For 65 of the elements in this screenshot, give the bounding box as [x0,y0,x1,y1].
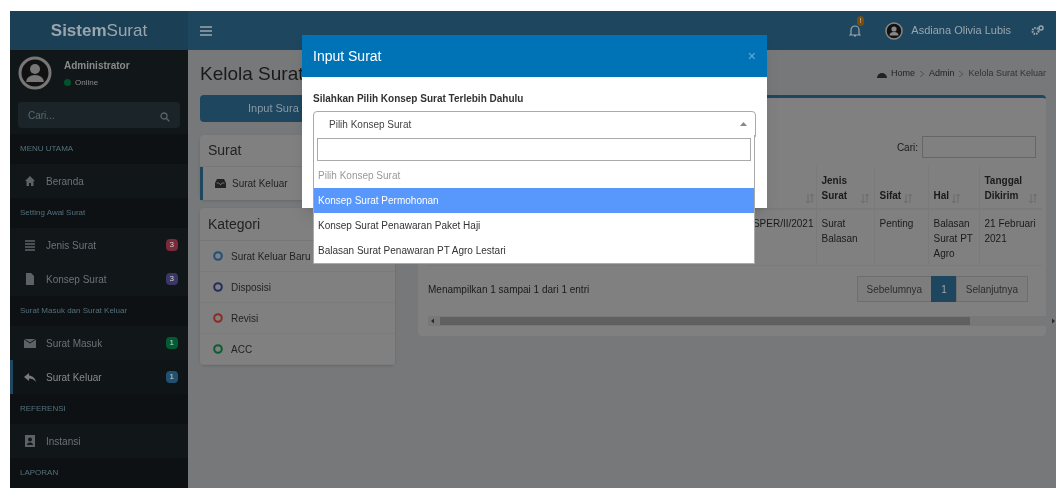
sidebar-item[interactable]: Instansi [10,424,188,458]
table-info: Menampilkan 1 sampai 1 dari 1 entri [428,282,590,297]
column-header[interactable]: Sifat [879,188,902,203]
home-icon [24,175,36,187]
breadcrumb-current: Kelola Surat Keluar [968,67,1046,81]
sidebar-item[interactable]: Surat Masuk 1 [10,326,188,360]
page-button[interactable]: Sebelumnya [856,276,933,302]
dashboard-icon [876,70,887,78]
gears-icon[interactable] [1031,25,1044,36]
contact-card-icon [24,435,36,447]
count-badge: 3 [165,273,178,285]
notification-badge: ! [857,16,864,26]
column-header[interactable]: Hal [933,188,950,203]
envelope-icon [24,337,36,349]
table-cell: 21 Februari 2021 [984,218,1036,244]
sidebar-item[interactable]: Jenis Surat 3 [10,228,188,262]
dropdown-option[interactable]: Balasan Surat Penawaran PT Agro Lestari [314,238,754,263]
inbox-icon [215,179,226,188]
status-text: Online [75,76,99,89]
breadcrumb-link[interactable]: Home [890,67,915,81]
category-link[interactable]: ACC [231,341,253,357]
section-header: REFERENSI [20,403,66,415]
count-badge: 1 [165,371,178,383]
table-cell: Penting [879,218,914,229]
page-button[interactable]: Selanjutnya [955,276,1028,302]
sidebar-item[interactable]: Konsep Surat 3 [10,262,188,296]
column-header[interactable]: Tanggal Dikirim [984,173,1026,203]
menu-icon[interactable] [200,25,212,36]
page-title: Kelola Surat [200,61,304,86]
category-link[interactable]: Revisi [231,310,259,326]
dropdown-option[interactable]: Konsep Surat Permohonan [314,188,754,213]
column-header[interactable]: Jenis Surat [821,173,858,203]
caret-icon [740,122,747,126]
search-icon[interactable] [160,111,170,122]
dropdown-search-field[interactable] [317,138,751,161]
reply-icon [24,371,36,383]
document-icon [24,273,36,285]
chevron-icon [959,71,964,77]
modal-title: Input Surat [313,46,382,66]
avatar-icon[interactable] [885,21,904,40]
search-field[interactable]: Cari... [18,102,180,129]
avatar-icon [18,56,52,91]
category-link[interactable]: Surat Keluar Baru [231,248,311,264]
user-name: Administrator [64,58,130,73]
table-cell: Balasan Surat PT Agro [933,218,973,259]
section-header: MENU UTAMA [20,143,74,155]
table-search-field[interactable] [922,136,1036,158]
search-label: Cari: [896,140,918,155]
table-cell: SPER/II/2021 [752,218,814,229]
list-icon [24,239,36,251]
count-badge: 1 [165,337,178,349]
count-badge: 3 [165,239,178,251]
bell-icon[interactable] [849,24,862,37]
sidebar-item[interactable]: Beranda [10,164,188,198]
section-header: LAPORAN [20,467,59,479]
section-header: Setting Awal Surat [20,207,86,219]
table-cell: Surat Balasan [821,218,858,244]
chevron-icon [919,71,924,77]
section-header: Surat Masuk dan Surat Keluar [20,305,128,317]
category-link[interactable]: Disposisi [231,279,271,295]
user-name[interactable]: Asdiana Olivia Lubis [911,22,1011,39]
horizontal-scrollbar[interactable] [428,316,1056,326]
breadcrumb-link[interactable]: Admin [928,67,955,81]
brand-logo[interactable]: SistemSurat [10,11,188,50]
page-button[interactable]: 1 [931,276,957,302]
